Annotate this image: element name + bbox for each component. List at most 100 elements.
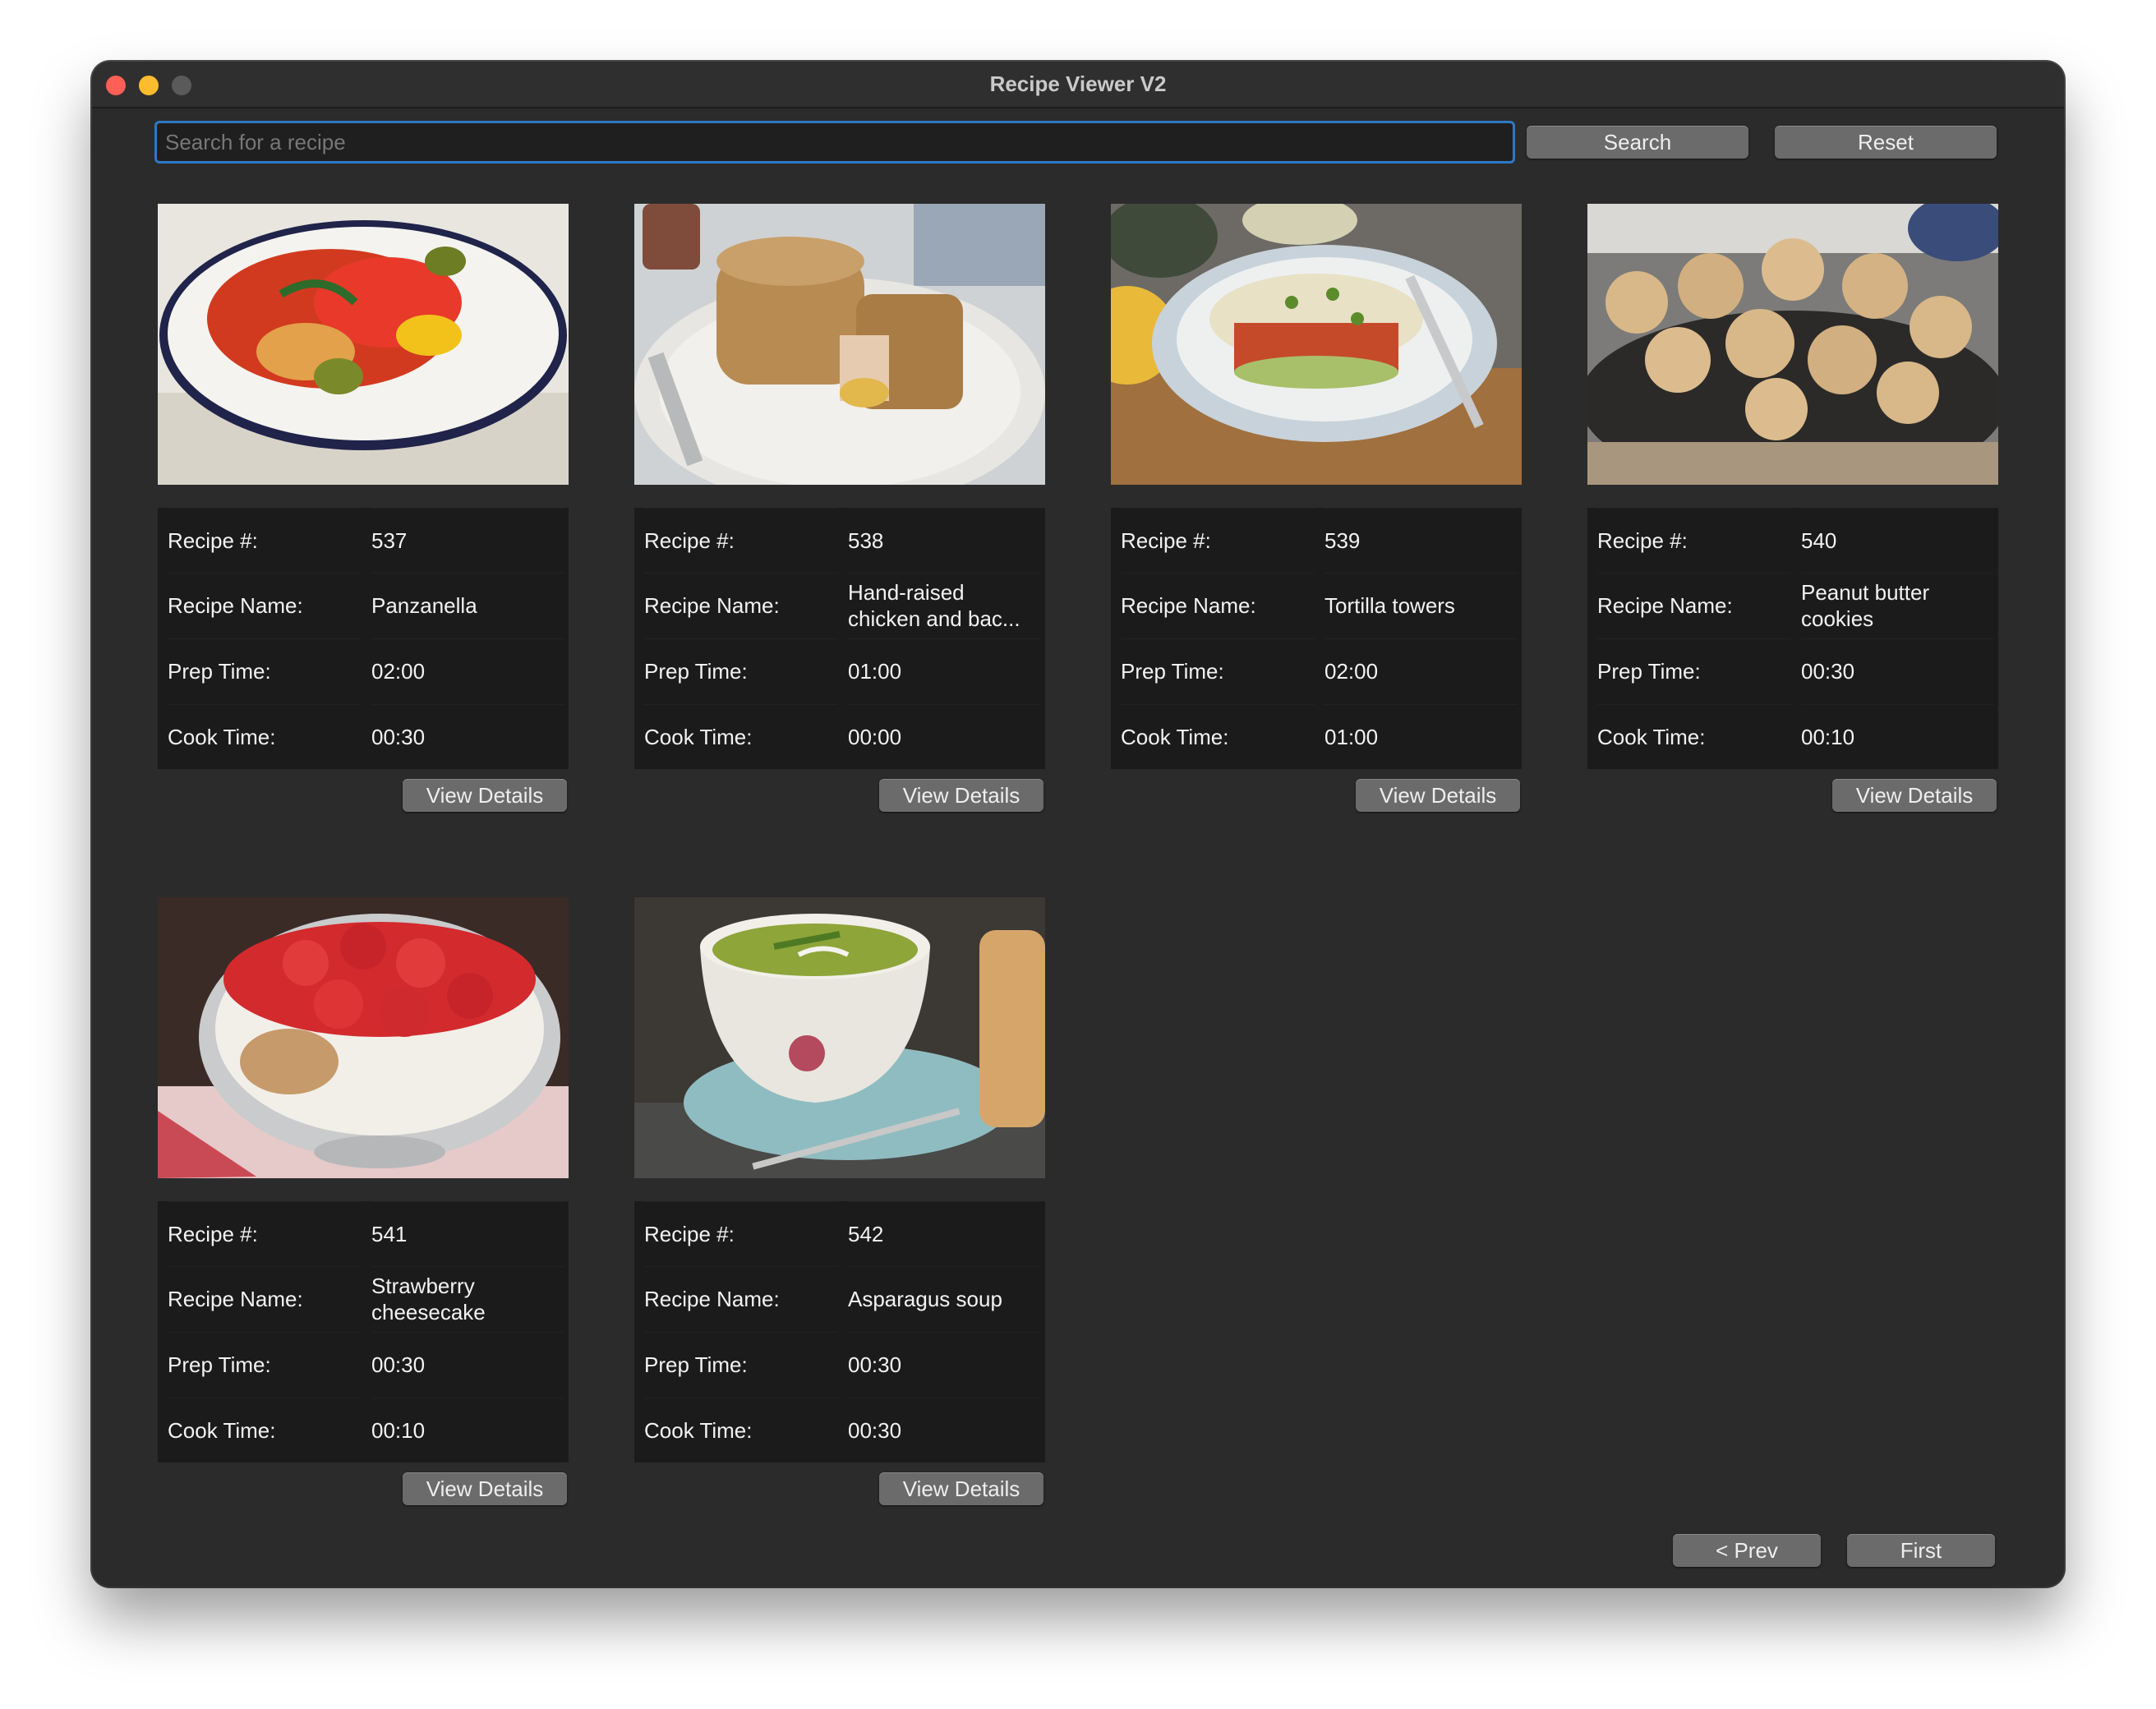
- cook-time-value: 00:30: [848, 1398, 1041, 1463]
- recipe-name-value: Hand-raised chicken and bac...: [848, 573, 1041, 638]
- first-page-button[interactable]: First: [1847, 1534, 1995, 1567]
- recipe-name-value: Panzanella: [371, 573, 564, 638]
- recipe-number-label: Recipe #:: [168, 508, 362, 573]
- cook-time-label: Cook Time:: [1121, 704, 1315, 769]
- prep-time-row: Prep Time: 00:30: [1587, 638, 1998, 703]
- recipe-number-row: Recipe #: 540: [1587, 508, 1998, 573]
- recipe-image: [158, 204, 569, 485]
- view-details-button[interactable]: View Details: [1832, 779, 1997, 812]
- recipe-name-value: Tortilla towers: [1324, 573, 1518, 638]
- title-bar: Recipe Viewer V2: [92, 62, 2064, 108]
- recipe-number-value: 539: [1324, 508, 1518, 573]
- recipe-number-row: Recipe #: 541: [158, 1201, 569, 1266]
- recipe-number-row: Recipe #: 539: [1111, 508, 1522, 573]
- recipe-number-value: 537: [371, 508, 564, 573]
- recipe-name-row: Recipe Name: Panzanella: [158, 573, 569, 638]
- prep-time-value: 01:00: [848, 638, 1041, 703]
- search-button[interactable]: Search: [1527, 126, 1748, 159]
- cook-time-value: 01:00: [1324, 704, 1518, 769]
- recipe-image: [1587, 204, 1998, 485]
- recipe-card: Recipe #: 538 Recipe Name: Hand-raised c…: [634, 204, 1045, 817]
- cook-time-value: 00:10: [371, 1398, 564, 1463]
- prep-time-row: Prep Time: 02:00: [158, 638, 569, 703]
- cook-time-label: Cook Time:: [644, 704, 838, 769]
- recipe-name-row: Recipe Name: Hand-raised chicken and bac…: [634, 573, 1045, 638]
- prep-time-label: Prep Time:: [644, 638, 838, 703]
- prep-time-value: 00:30: [848, 1332, 1041, 1397]
- cook-time-row: Cook Time: 00:10: [158, 1398, 569, 1463]
- recipe-number-value: 541: [371, 1201, 564, 1266]
- recipe-name-row: Recipe Name: Peanut butter cookies: [1587, 573, 1998, 638]
- cook-time-row: Cook Time: 00:00: [634, 704, 1045, 769]
- recipe-name-value: Peanut butter cookies: [1801, 573, 1994, 638]
- recipe-card: Recipe #: 540 Recipe Name: Peanut butter…: [1587, 204, 1998, 817]
- recipe-number-value: 542: [848, 1201, 1041, 1266]
- recipe-info-table: Recipe #: 538 Recipe Name: Hand-raised c…: [634, 508, 1045, 769]
- cook-time-label: Cook Time:: [1597, 704, 1791, 769]
- prep-time-value: 02:00: [371, 638, 564, 703]
- cook-time-label: Cook Time:: [644, 1398, 838, 1463]
- prep-time-label: Prep Time:: [168, 1332, 362, 1397]
- recipe-name-label: Recipe Name:: [644, 1266, 838, 1331]
- cook-time-row: Cook Time: 01:00: [1111, 704, 1522, 769]
- recipe-number-label: Recipe #:: [1597, 508, 1791, 573]
- prep-time-label: Prep Time:: [1121, 638, 1315, 703]
- recipe-info-table: Recipe #: 542 Recipe Name: Asparagus sou…: [634, 1201, 1045, 1463]
- prep-time-label: Prep Time:: [1597, 638, 1791, 703]
- recipe-info-table: Recipe #: 540 Recipe Name: Peanut butter…: [1587, 508, 1998, 769]
- prep-time-label: Prep Time:: [644, 1332, 838, 1397]
- recipe-name-label: Recipe Name:: [1597, 573, 1791, 638]
- recipe-name-row: Recipe Name: Asparagus soup: [634, 1266, 1045, 1331]
- recipe-image: [634, 204, 1045, 485]
- cook-time-value: 00:10: [1801, 704, 1994, 769]
- view-details-button[interactable]: View Details: [403, 779, 567, 812]
- recipe-name-label: Recipe Name:: [168, 573, 362, 638]
- cook-time-row: Cook Time: 00:30: [158, 704, 569, 769]
- prep-time-value: 02:00: [1324, 638, 1518, 703]
- view-details-button[interactable]: View Details: [403, 1472, 567, 1505]
- view-details-button[interactable]: View Details: [1356, 779, 1520, 812]
- recipe-name-value: Asparagus soup: [848, 1266, 1041, 1331]
- view-details-button[interactable]: View Details: [879, 779, 1043, 812]
- prev-page-button[interactable]: < Prev: [1673, 1534, 1821, 1567]
- recipe-number-label: Recipe #:: [644, 1201, 838, 1266]
- app-window: Recipe Viewer V2 Search Reset Recipe #:: [92, 62, 2064, 1587]
- recipe-info-table: Recipe #: 539 Recipe Name: Tortilla towe…: [1111, 508, 1522, 769]
- prep-time-row: Prep Time: 02:00: [1111, 638, 1522, 703]
- recipe-name-row: Recipe Name: Tortilla towers: [1111, 573, 1522, 638]
- recipe-number-label: Recipe #:: [168, 1201, 362, 1266]
- recipe-number-row: Recipe #: 538: [634, 508, 1045, 573]
- cook-time-label: Cook Time:: [168, 1398, 362, 1463]
- recipe-number-value: 538: [848, 508, 1041, 573]
- recipe-number-label: Recipe #:: [1121, 508, 1315, 573]
- cook-time-row: Cook Time: 00:30: [634, 1398, 1045, 1463]
- view-details-button[interactable]: View Details: [879, 1472, 1043, 1505]
- prep-time-value: 00:30: [1801, 638, 1994, 703]
- cook-time-row: Cook Time: 00:10: [1587, 704, 1998, 769]
- recipe-image: [158, 897, 569, 1178]
- recipe-number-value: 540: [1801, 508, 1994, 573]
- prep-time-row: Prep Time: 00:30: [634, 1332, 1045, 1397]
- recipe-name-row: Recipe Name: Strawberry cheesecake: [158, 1266, 569, 1331]
- recipe-number-row: Recipe #: 542: [634, 1201, 1045, 1266]
- recipe-name-label: Recipe Name:: [1121, 573, 1315, 638]
- recipe-image: [634, 897, 1045, 1178]
- recipe-name-label: Recipe Name:: [644, 573, 838, 638]
- prep-time-value: 00:30: [371, 1332, 564, 1397]
- recipe-card: Recipe #: 541 Recipe Name: Strawberry ch…: [158, 897, 569, 1510]
- recipe-name-value: Strawberry cheesecake: [371, 1266, 564, 1331]
- recipe-name-label: Recipe Name:: [168, 1266, 362, 1331]
- recipe-image: [1111, 204, 1522, 485]
- search-input[interactable]: [154, 121, 1515, 164]
- recipe-card: Recipe #: 542 Recipe Name: Asparagus sou…: [634, 897, 1045, 1510]
- recipe-info-table: Recipe #: 537 Recipe Name: Panzanella Pr…: [158, 508, 569, 769]
- cook-time-value: 00:00: [848, 704, 1041, 769]
- recipe-info-table: Recipe #: 541 Recipe Name: Strawberry ch…: [158, 1201, 569, 1463]
- window-title: Recipe Viewer V2: [989, 71, 1167, 96]
- cook-time-label: Cook Time:: [168, 704, 362, 769]
- prep-time-label: Prep Time:: [168, 638, 362, 703]
- prep-time-row: Prep Time: 01:00: [634, 638, 1045, 703]
- reset-button[interactable]: Reset: [1775, 126, 1997, 159]
- recipe-card: Recipe #: 537 Recipe Name: Panzanella Pr…: [158, 204, 569, 817]
- prep-time-row: Prep Time: 00:30: [158, 1332, 569, 1397]
